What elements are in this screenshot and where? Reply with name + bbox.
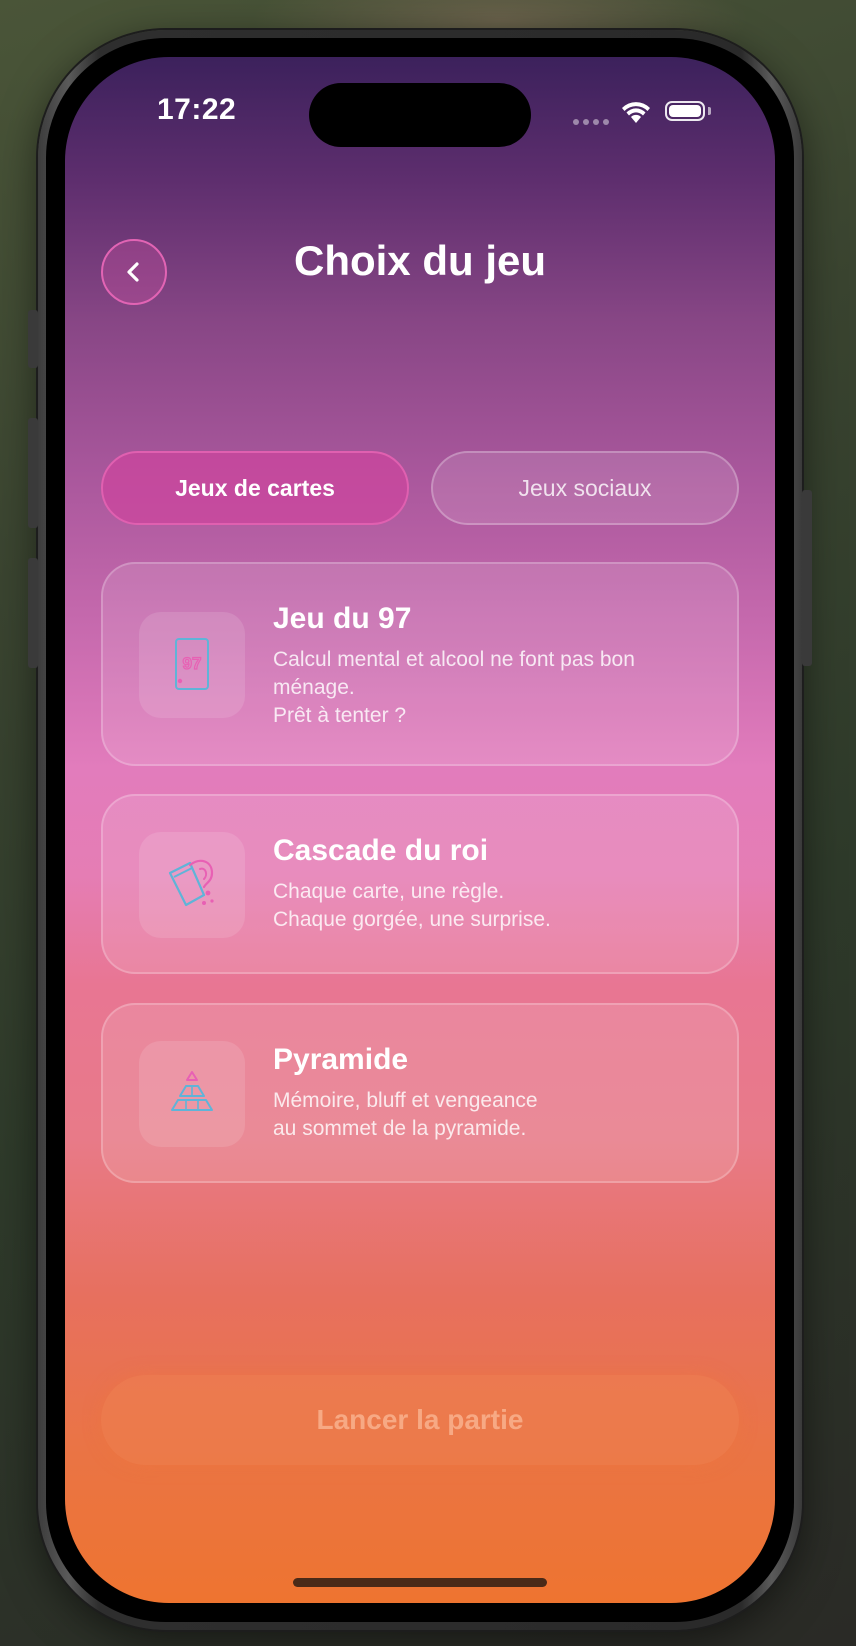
- side-button-volume-down: [28, 558, 38, 668]
- game-description: Calcul mental et alcool ne font pas bon …: [273, 648, 635, 727]
- launch-game-button[interactable]: Lancer la partie: [101, 1375, 739, 1465]
- card-icon-container: [139, 832, 245, 938]
- game-description: Mémoire, bluff et vengeance au sommet de…: [273, 1089, 538, 1140]
- side-button-action: [28, 310, 38, 368]
- category-tabs: Jeux de cartes Jeux sociaux: [101, 451, 739, 527]
- card-97-icon: 97: [175, 638, 209, 690]
- game-title: Jeu du 97: [273, 602, 412, 635]
- game-card-97[interactable]: 97 Jeu du 97 Calcul mental et alcool ne …: [101, 562, 739, 766]
- card-icon-container: 97: [139, 612, 245, 718]
- page-title: Choix du jeu: [294, 237, 546, 284]
- battery-tip: [708, 107, 711, 115]
- app-screen: 17:22 Choix du jeu Jeux de cartes Jeux s…: [65, 57, 775, 1603]
- tab-card-games[interactable]: Jeux de cartes: [101, 451, 409, 525]
- pyramid-icon: [171, 1071, 213, 1111]
- svg-text:97: 97: [183, 654, 202, 673]
- spilling-glass-icon: [168, 859, 214, 907]
- game-card-cascade-du-roi[interactable]: Cascade du roi Chaque carte, une règle. …: [101, 794, 739, 974]
- dynamic-island: [309, 83, 531, 147]
- status-time: 17:22: [157, 93, 237, 126]
- side-button-power: [802, 490, 812, 666]
- tab-social-games[interactable]: Jeux sociaux: [431, 451, 739, 525]
- battery-icon: [665, 101, 705, 121]
- game-description: Chaque carte, une règle. Chaque gorgée, …: [273, 880, 551, 931]
- cellular-signal-icon: [573, 119, 609, 125]
- game-card-pyramide[interactable]: Pyramide Mémoire, bluff et vengeance au …: [101, 1003, 739, 1183]
- game-title: Pyramide: [273, 1043, 409, 1076]
- home-indicator[interactable]: [293, 1578, 547, 1587]
- wifi-icon: [622, 102, 650, 123]
- side-button-volume-up: [28, 418, 38, 528]
- game-title: Cascade du roi: [273, 834, 489, 867]
- card-icon-container: [139, 1041, 245, 1147]
